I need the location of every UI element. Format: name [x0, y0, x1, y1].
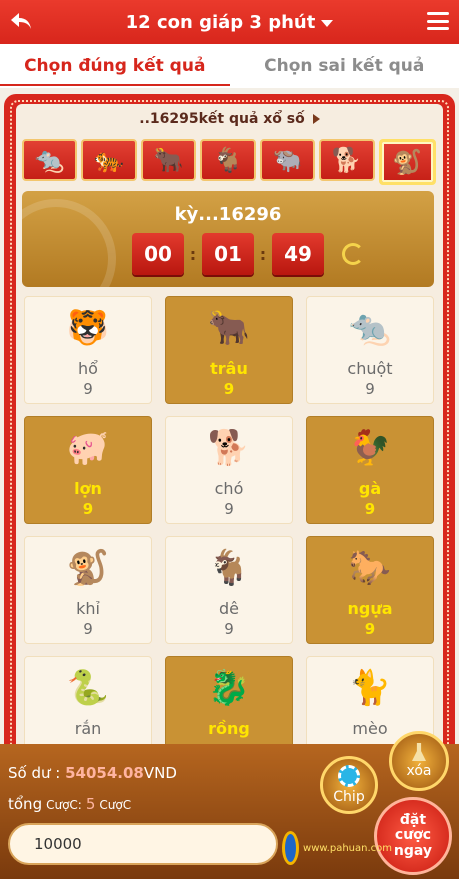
place-bet-label: đặt cược ngay: [393, 811, 433, 859]
total-count: 5: [85, 795, 96, 813]
period-number: kỳ...16296: [174, 204, 282, 225]
countdown-hours: 00: [132, 233, 184, 275]
pig-icon: 🐖: [66, 428, 110, 468]
zodiac-cell-horse[interactable]: 🐎 ngựa 9: [306, 536, 434, 644]
zodiac-name: lợn: [74, 479, 102, 498]
dog-icon: 🐕: [207, 428, 251, 468]
zodiac-name: hổ: [78, 359, 98, 378]
back-icon[interactable]: [8, 8, 34, 34]
ox-icon: 🐃: [259, 139, 316, 181]
ox-icon: 🐂: [140, 139, 197, 181]
lottery-result-title: ..16295kết quả xổ số: [139, 111, 305, 127]
zodiac-name: khỉ: [76, 599, 100, 618]
zodiac-name: chó: [214, 479, 244, 498]
game-title: 12 con giáp 3 phút: [125, 11, 316, 33]
chip-label: Chip: [333, 789, 365, 805]
zodiac-cell-ox[interactable]: 🐂 trâu 9: [165, 296, 293, 404]
rooster-icon: 🐓: [348, 428, 392, 468]
monkey-icon: 🐒: [378, 139, 436, 185]
chevron-down-icon: [321, 19, 334, 27]
balance-label: Số dư :: [8, 764, 61, 782]
zodiac-cell-rooster[interactable]: 🐓 gà 9: [306, 416, 434, 524]
dog-icon: 🐕: [319, 139, 375, 181]
watermark: www.pahuan.com: [282, 826, 392, 870]
zodiac-cell-goat[interactable]: 🐐 dê 9: [165, 536, 293, 644]
zodiac-cell-dog[interactable]: 🐕 chó 9: [165, 416, 293, 524]
zodiac-odds: 9: [223, 380, 235, 398]
clear-label: xóa: [406, 763, 432, 779]
balance-value: 54054.08: [65, 764, 144, 782]
watermark-text: www.pahuan.com: [303, 842, 392, 854]
tab-correct[interactable]: Chọn đúng kết quả: [0, 44, 230, 88]
rat-icon: 🐀: [22, 139, 78, 181]
goat-icon: 🐐: [200, 139, 256, 181]
tab-bar: Chọn đúng kết quả Chọn sai kết quả: [0, 44, 459, 88]
monkey-icon: 🐒: [66, 548, 110, 588]
zodiac-odds: 9: [364, 500, 376, 518]
zodiac-cell-tiger[interactable]: 🐯 hổ 9: [24, 296, 152, 404]
colon: :: [189, 244, 197, 264]
balance: Số dư : 54054.08VND: [8, 764, 177, 782]
colon: :: [259, 244, 267, 264]
countdown-panel: kỳ...16296 00 : 01 : 49: [22, 191, 434, 287]
zodiac-name: chuột: [347, 359, 393, 378]
lottery-result-link[interactable]: ..16295kết quả xổ số: [16, 107, 443, 131]
game-selector[interactable]: 12 con giáp 3 phút: [126, 12, 334, 33]
zodiac-grid: 🐯 hổ 9 🐂 trâu 9 🐀 chuột 9 🐖 lợn 9 🐕 chó …: [24, 296, 434, 764]
zodiac-cell-monkey[interactable]: 🐒 khỉ 9: [24, 536, 152, 644]
zodiac-cell-rat[interactable]: 🐀 chuột 9: [306, 296, 434, 404]
zodiac-name: ngựa: [347, 599, 393, 618]
tiger-icon: 🐅: [81, 139, 137, 181]
top-bar: 12 con giáp 3 phút: [0, 0, 459, 44]
zodiac-name: mèo: [352, 719, 388, 738]
tab-wrong[interactable]: Chọn sai kết quả: [230, 44, 459, 88]
zodiac-odds: 9: [224, 620, 234, 638]
ox-icon: 🐂: [207, 308, 251, 348]
cat-icon: 🐈: [348, 668, 392, 708]
goat-icon: 🐐: [207, 548, 251, 588]
countdown-seconds: 49: [272, 233, 324, 275]
countdown: 00 : 01 : 49: [132, 233, 324, 275]
result-strip: 🐀 🐅 🐂 🐐 🐃 🐕 🐒: [22, 139, 436, 185]
refresh-icon[interactable]: [342, 243, 364, 265]
zodiac-name: trâu: [210, 359, 248, 378]
rat-icon: 🐀: [348, 308, 392, 348]
snake-icon: 🐍: [66, 668, 110, 708]
zodiac-odds: 9: [364, 620, 376, 638]
horse-icon: 🐎: [348, 548, 392, 588]
zodiac-name: rồng: [208, 719, 250, 738]
zodiac-odds: 9: [83, 380, 93, 398]
clear-button[interactable]: xóa: [389, 731, 449, 791]
chip-button[interactable]: Chip: [320, 756, 378, 814]
chip-icon: [338, 765, 360, 787]
balance-unit: VND: [143, 764, 177, 782]
zodiac-cell-pig[interactable]: 🐖 lợn 9: [24, 416, 152, 524]
zodiac-name: gà: [358, 479, 382, 498]
total-label: tổng: [8, 795, 43, 813]
dragon-icon: 🐉: [207, 668, 251, 708]
chevron-right-icon: [312, 114, 320, 124]
broom-icon: [412, 743, 426, 761]
zodiac-odds: 9: [224, 500, 234, 518]
tiger-icon: 🐯: [66, 308, 110, 348]
watermark-logo: [282, 831, 300, 865]
zodiac-odds: 9: [82, 500, 94, 518]
total-suffix: CượC: [99, 798, 132, 812]
zodiac-name: dê: [219, 599, 239, 618]
zodiac-name: rắn: [74, 719, 102, 738]
menu-icon[interactable]: [427, 10, 449, 32]
bet-amount-input[interactable]: 10000: [8, 823, 278, 865]
zodiac-odds: 9: [365, 380, 375, 398]
zodiac-odds: 9: [83, 620, 93, 638]
countdown-minutes: 01: [202, 233, 254, 275]
total-prefix: CượC:: [46, 798, 82, 812]
total-bets: tổng CượC: 5 CượC: [8, 795, 131, 813]
